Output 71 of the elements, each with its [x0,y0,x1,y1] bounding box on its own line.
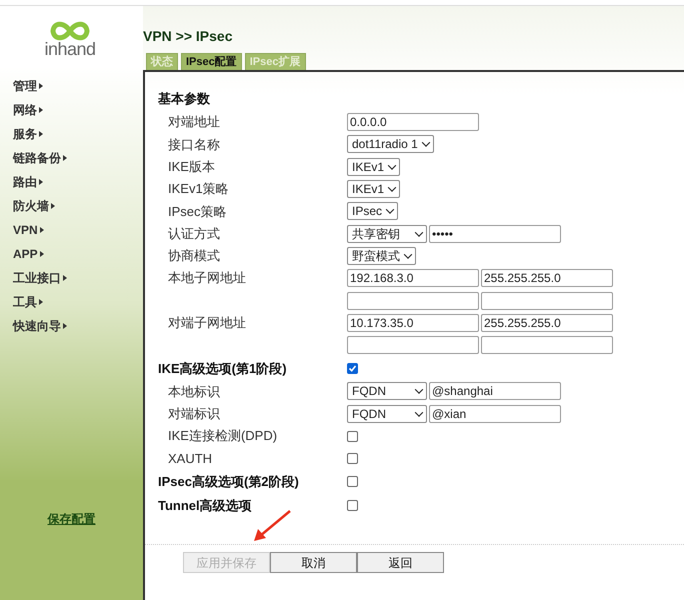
logo-text: inhand [44,40,96,58]
caret-icon [51,203,55,209]
sidebar-item[interactable]: 防火墙 [13,194,55,218]
button[interactable]: 返回 [357,552,444,574]
save-config-link[interactable]: 保存配置 [48,510,96,528]
field-label: IKEv1策略 [168,181,229,196]
field-label: 协商模式 [168,248,220,264]
caret-icon [63,275,67,281]
dropdown[interactable]: 共享密钥 [347,224,427,243]
caret-icon [63,155,67,161]
field-label: IKE连接检测(DPD) [168,428,278,444]
field-label: 认证方式 [168,226,220,241]
dropdown[interactable]: IKEv1 [347,180,400,198]
dropdown[interactable]: FQDN [347,382,427,400]
input-field[interactable]: @xian [429,404,561,423]
caret-icon [39,83,43,89]
caret-icon [39,131,43,137]
dropdown[interactable]: IKEv1 [347,158,400,176]
input-field[interactable] [347,336,479,354]
dropdown[interactable]: IPsec [347,202,398,220]
input-field[interactable] [481,336,613,354]
input-field[interactable]: 10.173.35.0 [347,314,479,332]
sidebar-item[interactable]: 工具 [13,290,43,314]
field-label: 对端子网地址 [168,315,246,330]
caret-icon [40,251,44,257]
checkbox[interactable] [347,476,358,487]
button[interactable]: 取消 [270,552,357,574]
section-heading: Tunnel高级选项 [158,498,252,513]
input-field[interactable]: 0.0.0.0 [347,113,479,132]
caret-icon [39,299,43,305]
sidebar-item[interactable]: 管理 [13,74,43,98]
input-field[interactable]: 255.255.255.0 [481,269,613,288]
logo-icon [48,20,92,42]
caret-icon [63,323,67,329]
input-field[interactable] [347,292,479,310]
field-label: 本地标识 [168,384,220,399]
sidebar-item[interactable]: 工业接口 [13,266,67,290]
input-field[interactable]: ••••• [429,224,561,243]
sidebar-item[interactable]: 网络 [13,98,43,122]
caret-icon [39,179,43,185]
checkbox[interactable] [347,500,358,511]
input-field[interactable]: @shanghai [429,382,561,400]
input-field[interactable] [481,292,613,310]
sidebar-item[interactable]: 路由 [13,170,43,194]
field-label: 对端标识 [168,406,220,421]
input-field[interactable]: 255.255.255.0 [481,314,613,332]
dropdown[interactable]: dot11radio 1 [347,135,434,154]
caret-icon [39,107,43,113]
field-label: IKE版本 [168,158,215,174]
input-field[interactable]: 192.168.3.0 [347,269,479,288]
section-heading: IKE高级选项(第1阶段) [158,360,287,376]
checkbox[interactable] [347,430,358,442]
dropdown[interactable]: 野蛮模式 [347,246,416,265]
section-heading: 基本参数 [158,91,210,106]
breadcrumb: VPN >> IPsec [143,27,234,46]
field-label: 接口名称 [168,136,220,152]
section-heading: IPsec高级选项(第2阶段) [158,474,299,489]
sidebar-item[interactable]: 快速向导 [13,314,67,338]
sidebar-item[interactable]: 链路备份 [13,146,67,170]
dropdown[interactable]: FQDN [347,404,427,423]
field-label: 对端地址 [168,114,220,130]
field-label: XAUTH [168,450,212,466]
caret-icon [40,227,44,233]
checkbox[interactable] [347,362,358,374]
sidebar-item[interactable]: VPN [13,218,44,242]
checkbox[interactable] [347,452,358,464]
tab[interactable]: IPsec配置 [181,53,242,70]
field-label: IPsec策略 [168,204,227,219]
field-label: 本地子网地址 [168,270,246,286]
sidebar-item[interactable]: APP [13,242,44,266]
sidebar-item[interactable]: 服务 [13,122,43,146]
